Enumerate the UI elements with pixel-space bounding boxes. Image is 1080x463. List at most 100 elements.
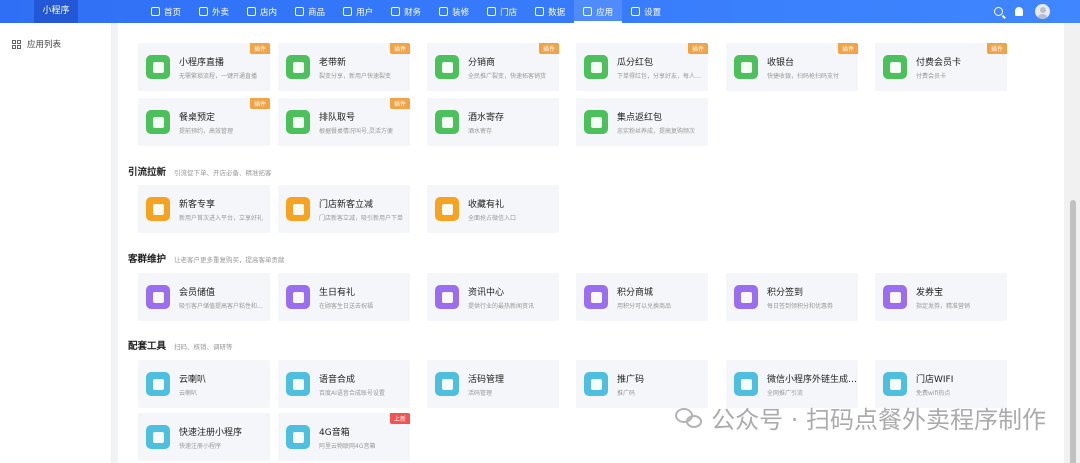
- nav-item-4[interactable]: 用户: [334, 0, 382, 23]
- plugin-badge: 上新: [389, 413, 410, 424]
- icon-glyph: [441, 61, 453, 73]
- app-card[interactable]: 会员储值吸引客户储值提高客户粘性和…: [138, 273, 270, 321]
- app-description: 每日签到领积分和优惠券: [767, 303, 834, 310]
- bell-icon[interactable]: [1015, 7, 1023, 16]
- section-heading: 客群维护: [128, 254, 167, 265]
- calendar-check-icon: [734, 285, 758, 309]
- scrollbar[interactable]: [1064, 23, 1080, 463]
- app-card[interactable]: 收藏有礼 全面抢占微信入口: [427, 185, 559, 233]
- app-list-content: 小程序直播 无需繁琐流程，一键开通直播 插件 老带新 裂变分享，新用户快速裂变 插件 分销商…: [118, 23, 1064, 463]
- avatar[interactable]: [1035, 4, 1050, 19]
- app-description: 提前预约，高效管理: [179, 128, 234, 135]
- app-name: 4G音箱: [319, 428, 350, 438]
- app-name: 生日有礼: [319, 288, 356, 298]
- card-icon: [883, 55, 907, 79]
- icon-glyph: [889, 378, 901, 390]
- news-icon: [435, 285, 459, 309]
- icon-glyph: [292, 116, 304, 128]
- nav-item-0[interactable]: 首页: [142, 0, 190, 23]
- plugin-badge: 插件: [389, 98, 410, 109]
- bell-icon: [286, 425, 310, 449]
- nav-icon: [199, 7, 209, 16]
- icon-glyph: [740, 291, 752, 303]
- search-icon[interactable]: [994, 7, 1003, 16]
- nav-item-5[interactable]: 财务: [382, 0, 430, 23]
- nav-item-6[interactable]: 装修: [430, 0, 478, 23]
- app-card[interactable]: 瓜分红包 下单得红包，分享好友，每人… 插件: [576, 43, 708, 91]
- app-name: 语音合成: [319, 375, 356, 385]
- app-card[interactable]: 老带新 裂变分享，新用户快速裂变 插件: [278, 43, 410, 91]
- nav-item-10[interactable]: 设置: [622, 0, 670, 23]
- link-icon: [435, 372, 459, 396]
- nav-icon: [487, 7, 497, 16]
- app-card[interactable]: 活码管理 活码管理: [427, 360, 559, 408]
- app-name: 推广码: [617, 375, 645, 385]
- icon-glyph: [590, 291, 602, 303]
- top-right-actions: [994, 0, 1050, 23]
- app-card[interactable]: 排队取号 根据餐桌情况叫号,灵活方便 插件: [278, 98, 410, 146]
- nav-icon: [583, 7, 593, 16]
- plugin-badge: 插件: [837, 43, 858, 54]
- icon-glyph: [152, 291, 164, 303]
- top-navigation-bar: 小程序 首页 外卖 店内 商品 用户 财务 装修 门店 数据 应用 设置: [0, 0, 1080, 23]
- app-name: 付费会员卡: [916, 58, 962, 68]
- app-card[interactable]: 资讯中心 提供行业的最热新闻资讯: [427, 273, 559, 321]
- app-card[interactable]: 餐桌预定 提前预约，高效管理 插件: [138, 98, 270, 146]
- app-description: 吸引客户储值提高客户粘性和…: [179, 303, 264, 310]
- brand-label: 小程序: [34, 0, 78, 23]
- app-name: 集点返红包: [617, 113, 663, 123]
- sidebar-item-label: 应用列表: [27, 40, 62, 50]
- nav-icon: [391, 7, 401, 16]
- app-name: 会员储值: [179, 288, 216, 298]
- app-card[interactable]: 新客专享 新用户首次进入平台，立享好礼: [138, 185, 270, 233]
- app-card[interactable]: 门店新客立减 门店新客立减，吸引新用户下单: [278, 185, 410, 233]
- nav-icon: [631, 7, 641, 16]
- nav-icon: [343, 7, 353, 16]
- app-name: 积分签到: [767, 288, 804, 298]
- sidebar: 应用列表: [0, 23, 112, 463]
- scroll-thumb[interactable]: [1070, 200, 1076, 463]
- nav-item-9[interactable]: 应用: [574, 0, 623, 23]
- nav-label: 装修: [452, 7, 470, 18]
- app-card[interactable]: 小程序直播 无需繁琐流程，一键开通直播 插件: [138, 43, 270, 91]
- user-icon: [286, 55, 310, 79]
- app-description: 免费wifi热点: [916, 390, 951, 397]
- app-card[interactable]: 积分商城 用积分可以兑换商品: [576, 273, 708, 321]
- app-card[interactable]: 酒水寄存 酒水寄存: [427, 98, 559, 146]
- app-card[interactable]: 收银台 快捷收银，扫码枪扫码支付 插件: [726, 43, 858, 91]
- app-card[interactable]: 发券宝 指定发券，精准营销: [875, 273, 1007, 321]
- app-card[interactable]: 集点返红包 忠实粉丝养成，提高复购频次: [576, 98, 708, 146]
- app-card[interactable]: 分销商 全民推广裂变，快速拓客销货 插件: [427, 43, 559, 91]
- app-card[interactable]: 生日有礼 在顾客生日送去祝福: [278, 273, 410, 321]
- section-title: 配套工具 扫码、核销、调研等: [128, 338, 233, 352]
- grid-icon: [12, 39, 21, 49]
- icon-glyph: [441, 116, 453, 128]
- sidebar-item-app-list[interactable]: 应用列表: [0, 33, 111, 55]
- app-description: 全网推广引流: [767, 390, 804, 397]
- app-description: 百度AI语音合成账号设置: [319, 390, 385, 397]
- gift-icon: [146, 197, 170, 221]
- app-name: 门店新客立减: [319, 200, 374, 210]
- nav-item-1[interactable]: 外卖: [190, 0, 238, 23]
- nav-item-8[interactable]: 数据: [526, 0, 574, 23]
- nav-item-7[interactable]: 门店: [478, 0, 526, 23]
- watermark: 公众号 · 扫码点餐外卖程序制作: [673, 400, 1046, 435]
- nav-label: 财务: [404, 7, 422, 18]
- nav-item-2[interactable]: 店内: [238, 0, 286, 23]
- app-card[interactable]: 积分签到每日签到领积分和优惠券: [726, 273, 858, 321]
- calendar-icon: [146, 110, 170, 134]
- app-card[interactable]: 快速注册小程序 快速注册小程序: [138, 413, 270, 461]
- bag-icon: [146, 285, 170, 309]
- nav-item-3[interactable]: 商品: [286, 0, 334, 23]
- nav-icon: [295, 7, 305, 16]
- hourglass-icon: [286, 110, 310, 134]
- app-card[interactable]: 语音合成百度AI语音合成账号设置: [278, 360, 410, 408]
- app-name: 瓜分红包: [617, 58, 654, 68]
- app-card[interactable]: 云喇叭 云喇叭: [138, 360, 270, 408]
- app-description: 活码管理: [468, 390, 493, 397]
- app-card[interactable]: 4G音箱 阿里云物联网4G音箱 上新: [278, 413, 410, 461]
- icon-glyph: [740, 378, 752, 390]
- brand[interactable]: 小程序: [0, 0, 112, 23]
- icon-glyph: [152, 61, 164, 73]
- app-card[interactable]: 付费会员卡 付费会员卡 插件: [875, 43, 1007, 91]
